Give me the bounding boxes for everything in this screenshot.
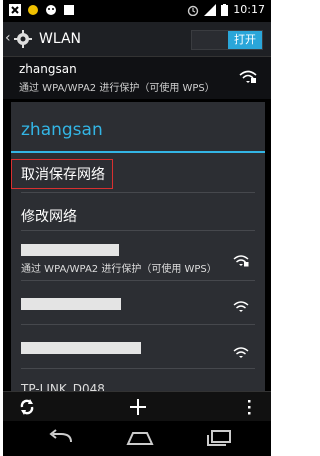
toggle-on-label: 打开 bbox=[228, 31, 262, 49]
notification-face-icon bbox=[45, 4, 57, 16]
divider bbox=[21, 368, 255, 369]
modify-network-option[interactable]: 修改网络 bbox=[11, 196, 265, 234]
refresh-icon[interactable] bbox=[17, 397, 37, 417]
notification-circle-icon bbox=[27, 4, 39, 16]
divider bbox=[21, 192, 255, 193]
settings-gear-icon[interactable] bbox=[13, 29, 33, 49]
notification-close-icon bbox=[9, 4, 21, 16]
clock-time: 10:17 bbox=[233, 3, 265, 16]
wifi-icon bbox=[233, 298, 249, 312]
phone-screen: 10:17 ‹ WLAN 打开 zhangsan 通过 WPA/WPA2 进行保… bbox=[3, 0, 271, 456]
action-bar: ‹ WLAN 打开 bbox=[3, 22, 271, 57]
back-chevron-icon[interactable]: ‹ bbox=[5, 30, 11, 46]
notification-square-icon bbox=[63, 4, 75, 16]
dialog-title-divider bbox=[11, 151, 265, 153]
divider bbox=[21, 324, 255, 325]
list-item[interactable] bbox=[11, 282, 265, 322]
navigation-bar bbox=[3, 421, 271, 456]
divider bbox=[21, 280, 255, 281]
network-item-connected[interactable]: zhangsan 通过 WPA/WPA2 进行保护（可使用 WPS） bbox=[3, 57, 271, 99]
list-item[interactable] bbox=[11, 326, 265, 366]
signal-icon bbox=[204, 3, 217, 16]
wifi-lock-icon bbox=[239, 69, 257, 83]
bottom-action-bar bbox=[3, 391, 271, 422]
wifi-lock-icon bbox=[233, 252, 249, 267]
overflow-menu-icon[interactable] bbox=[246, 398, 252, 416]
network-options-dialog: zhangsan 取消保存网络 修改网络 通过 WPA/WPA2 进行保护（可使… bbox=[11, 102, 265, 402]
nav-home-icon[interactable] bbox=[125, 430, 155, 446]
network-security: 通过 WPA/WPA2 进行保护（可使用 WPS） bbox=[19, 83, 215, 94]
network-ssid: zhangsan bbox=[19, 62, 77, 76]
nav-back-icon[interactable] bbox=[47, 429, 75, 447]
redacted-ssid bbox=[21, 244, 119, 256]
nav-recents-icon[interactable] bbox=[205, 429, 233, 447]
network-security: 通过 WPA/WPA2 进行保护（可使用 WPS） bbox=[21, 264, 217, 275]
highlight-box bbox=[11, 159, 113, 189]
alarm-icon bbox=[187, 4, 199, 16]
status-bar: 10:17 bbox=[3, 0, 271, 22]
redacted-ssid bbox=[21, 342, 141, 354]
battery-icon bbox=[221, 3, 229, 16]
modify-network-label: 修改网络 bbox=[21, 209, 77, 225]
list-item[interactable]: 通过 WPA/WPA2 进行保护（可使用 WPS） bbox=[11, 234, 265, 278]
wifi-icon bbox=[233, 344, 249, 358]
add-icon[interactable] bbox=[128, 397, 148, 417]
redacted-ssid bbox=[21, 298, 121, 310]
divider bbox=[21, 230, 255, 231]
page-title: WLAN bbox=[39, 31, 82, 47]
dialog-title: zhangsan bbox=[21, 120, 103, 140]
wlan-toggle[interactable]: 打开 bbox=[191, 30, 263, 50]
